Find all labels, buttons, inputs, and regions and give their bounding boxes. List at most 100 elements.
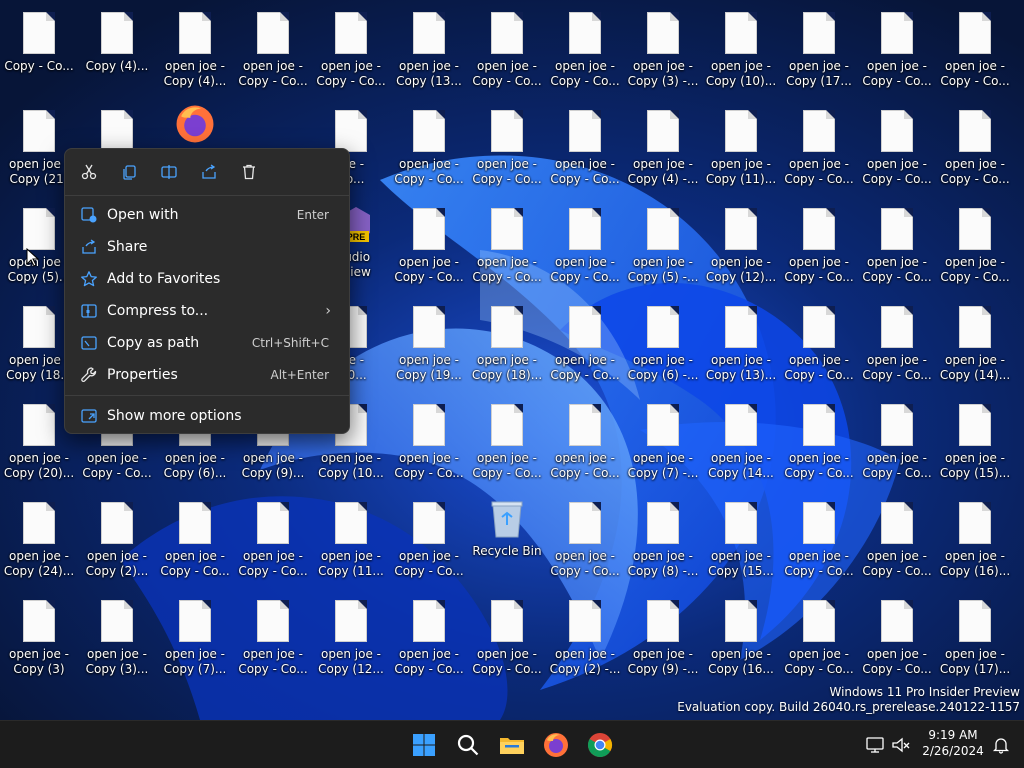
- delete-button[interactable]: [235, 159, 263, 185]
- recycle-bin-shortcut[interactable]: Recycle Bin: [468, 492, 546, 584]
- desktop-file-icon[interactable]: open joe - Copy (7)...: [156, 590, 234, 682]
- desktop-file-icon[interactable]: open joe - Copy (16...: [702, 590, 780, 682]
- desktop-file-icon[interactable]: open joe - Copy - Co...: [390, 198, 468, 290]
- desktop-file-icon[interactable]: open joe - Copy - Co...: [546, 394, 624, 486]
- desktop-file-icon[interactable]: open joe - Copy - Co...: [390, 492, 468, 584]
- rename-button[interactable]: [155, 159, 183, 185]
- desktop-file-icon[interactable]: open joe - Copy - Co...: [234, 492, 312, 584]
- firefox-button[interactable]: [538, 727, 574, 763]
- cut-button[interactable]: [75, 159, 103, 185]
- desktop-file-icon[interactable]: open joe - Copy (14)...: [936, 296, 1014, 388]
- menu-item-show-more-options[interactable]: Show more options: [69, 401, 345, 431]
- desktop-file-icon[interactable]: open joe - Copy - Co...: [858, 394, 936, 486]
- menu-item-compress-to[interactable]: Compress to... ›: [69, 296, 345, 326]
- desktop-file-icon[interactable]: open joe - Copy (13...: [390, 2, 468, 94]
- desktop-file-icon[interactable]: open joe - Copy - Co...: [780, 198, 858, 290]
- desktop-file-icon[interactable]: open joe - Copy - Co...: [936, 198, 1014, 290]
- desktop-file-icon[interactable]: open joe - Copy (4)...: [156, 2, 234, 94]
- desktop-file-icon[interactable]: open joe - Copy (3): [0, 590, 78, 682]
- desktop-file-icon[interactable]: open joe - Copy - Co...: [234, 2, 312, 94]
- desktop-file-icon[interactable]: open joe - Copy (24)...: [0, 492, 78, 584]
- desktop-file-icon[interactable]: open joe - Copy - Co...: [780, 296, 858, 388]
- desktop-file-icon[interactable]: Copy (4)...: [78, 2, 156, 94]
- search-button[interactable]: [450, 727, 486, 763]
- desktop-file-icon[interactable]: open joe - Copy (10)...: [702, 2, 780, 94]
- desktop-file-icon[interactable]: open joe - Copy - Co...: [546, 2, 624, 94]
- desktop-file-icon[interactable]: open joe - Copy (4) -...: [624, 100, 702, 192]
- desktop-file-icon[interactable]: open joe - Copy (16)...: [936, 492, 1014, 584]
- desktop-file-icon[interactable]: open joe - Copy - Co...: [468, 394, 546, 486]
- document-icon: [647, 12, 679, 54]
- desktop-file-icon[interactable]: open joe - Copy - Co...: [234, 590, 312, 682]
- desktop-file-icon[interactable]: open joe - Copy - Co...: [468, 100, 546, 192]
- desktop-file-icon[interactable]: open joe - Copy (17)...: [936, 590, 1014, 682]
- desktop-file-icon[interactable]: open joe - Copy (3) -...: [624, 2, 702, 94]
- desktop-file-icon[interactable]: open joe - Copy (2)...: [78, 492, 156, 584]
- desktop-file-icon[interactable]: open joe - Copy (13)...: [702, 296, 780, 388]
- document-icon: [803, 404, 835, 446]
- copy-button[interactable]: [115, 159, 143, 185]
- desktop-file-icon[interactable]: open joe - Copy (15...: [702, 492, 780, 584]
- chrome-button[interactable]: [582, 727, 618, 763]
- desktop-file-icon[interactable]: open joe - Copy (6) -...: [624, 296, 702, 388]
- clock[interactable]: 9:19 AM 2/26/2024: [920, 727, 986, 759]
- desktop-file-icon[interactable]: open joe - Copy (9) -...: [624, 590, 702, 682]
- desktop-file-icon[interactable]: open joe - Copy - Co...: [780, 100, 858, 192]
- desktop-file-icon[interactable]: open joe - Copy - Co...: [468, 590, 546, 682]
- desktop-file-icon[interactable]: open joe - Copy - Co...: [546, 296, 624, 388]
- menu-item-add-to-favorites[interactable]: Add to Favorites: [69, 264, 345, 294]
- desktop-file-icon[interactable]: open joe - Copy - Co...: [468, 2, 546, 94]
- desktop-file-icon[interactable]: open joe - Copy (3)...: [78, 590, 156, 682]
- desktop-file-icon[interactable]: open joe - Copy - Co...: [858, 100, 936, 192]
- desktop-file-icon[interactable]: open joe - Copy (15)...: [936, 394, 1014, 486]
- desktop-file-icon[interactable]: open joe - Copy (11)...: [702, 100, 780, 192]
- desktop-file-icon[interactable]: open joe - Copy (12...: [312, 590, 390, 682]
- desktop-file-icon[interactable]: open joe - Copy (7) -...: [624, 394, 702, 486]
- desktop-file-icon[interactable]: Copy - Co...: [0, 2, 78, 94]
- desktop-file-icon[interactable]: open joe - Copy - Co...: [780, 492, 858, 584]
- desktop-file-icon[interactable]: open joe - Copy - Co...: [936, 100, 1014, 192]
- volume-muted-icon[interactable]: [884, 727, 918, 763]
- desktop-file-icon[interactable]: open joe - Copy (5) -...: [624, 198, 702, 290]
- menu-item-open-with[interactable]: Open with Enter: [69, 200, 345, 230]
- menu-item-share[interactable]: Share: [69, 232, 345, 262]
- file-explorer-button[interactable]: [494, 727, 530, 763]
- menu-item-properties[interactable]: Properties Alt+Enter: [69, 360, 345, 390]
- desktop-icon-label: open joe - Copy (4) -...: [627, 157, 699, 186]
- desktop-file-icon[interactable]: open joe - Copy - Co...: [390, 100, 468, 192]
- document-icon: [23, 208, 55, 250]
- desktop-file-icon[interactable]: open joe - Copy - Co...: [780, 394, 858, 486]
- desktop-file-icon[interactable]: open joe - Copy - Co...: [468, 198, 546, 290]
- desktop-file-icon[interactable]: open joe - Copy - Co...: [936, 2, 1014, 94]
- desktop-file-icon[interactable]: open joe - Copy (14...: [702, 394, 780, 486]
- desktop-file-icon[interactable]: open joe - Copy (8) -...: [624, 492, 702, 584]
- menu-item-copy-as-path[interactable]: Copy as path Ctrl+Shift+C: [69, 328, 345, 358]
- desktop-file-icon[interactable]: open joe - Copy (17...: [780, 2, 858, 94]
- desktop-file-icon[interactable]: open joe - Copy - Co...: [546, 492, 624, 584]
- desktop-file-icon[interactable]: open joe - Copy - Co...: [156, 492, 234, 584]
- document-icon: [413, 306, 445, 348]
- desktop-file-icon[interactable]: open joe - Copy - Co...: [858, 296, 936, 388]
- notification-bell-icon[interactable]: [986, 727, 1016, 763]
- desktop-file-icon[interactable]: open joe - Copy - Co...: [312, 2, 390, 94]
- desktop-file-icon[interactable]: open joe - Copy - Co...: [858, 2, 936, 94]
- desktop-file-icon[interactable]: open joe - Copy (12)...: [702, 198, 780, 290]
- start-button[interactable]: [406, 727, 442, 763]
- desktop-file-icon[interactable]: open joe - Copy (2) -...: [546, 590, 624, 682]
- desktop-file-icon[interactable]: open joe - Copy - Co...: [390, 394, 468, 486]
- desktop-file-icon[interactable]: open joe - Copy - Co...: [858, 198, 936, 290]
- desktop-file-icon[interactable]: open joe - Copy (11...: [312, 492, 390, 584]
- desktop-file-icon[interactable]: open joe - Copy (18)...: [468, 296, 546, 388]
- share-quick-button[interactable]: [195, 159, 223, 185]
- desktop-file-icon[interactable]: open joe - Copy - Co...: [780, 590, 858, 682]
- desktop-file-icon[interactable]: open joe - Copy - Co...: [858, 492, 936, 584]
- desktop-file-icon[interactable]: open joe - Copy - Co...: [858, 590, 936, 682]
- desktop-file-icon[interactable]: open joe - Copy - Co...: [390, 590, 468, 682]
- desktop-file-icon[interactable]: open joe - Copy (19...: [390, 296, 468, 388]
- desktop-icon-label: open joe - Copy (6)...: [163, 451, 227, 480]
- desktop-icon-label: open joe - Copy - Co...: [862, 647, 932, 676]
- desktop-icon-label: open joe - Copy - Co...: [784, 451, 854, 480]
- document-icon: [881, 600, 913, 642]
- desktop-file-icon[interactable]: open joe - Copy - Co...: [546, 198, 624, 290]
- desktop-file-icon[interactable]: open joe - Copy - Co...: [546, 100, 624, 192]
